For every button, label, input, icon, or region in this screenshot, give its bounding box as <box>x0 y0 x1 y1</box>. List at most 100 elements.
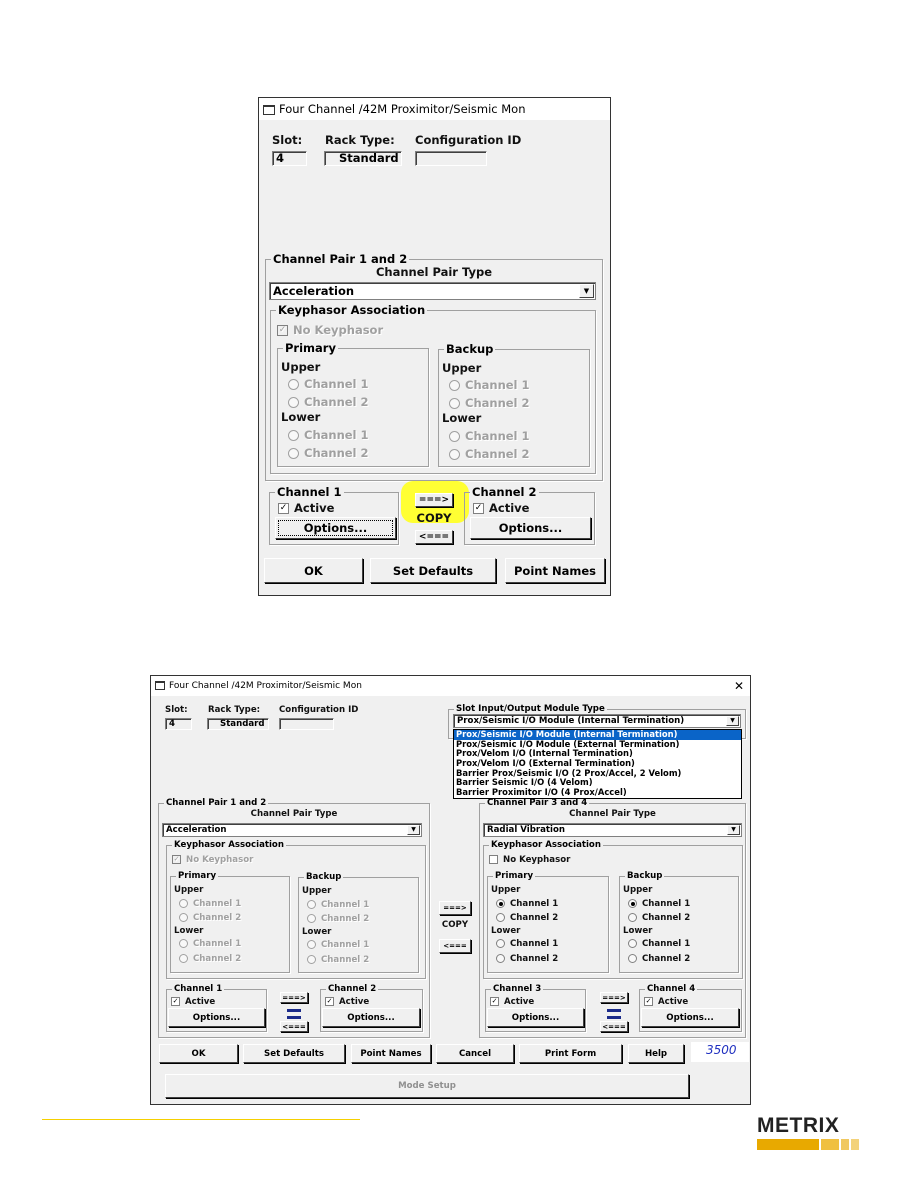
dialog-top: Four Channel /42M Proximitor/Seismic Mon… <box>258 97 611 596</box>
primary-lower-channel1-radio[interactable]: Channel 1 <box>288 428 369 442</box>
backup-group: Backup Upper Channel 1 Channel 2 Lower C… <box>619 870 739 973</box>
primary-upper-channel2-radio[interactable]: Channel 2 <box>288 395 369 409</box>
io-module-select[interactable]: Prox/Seismic I/O Module (Internal Termin… <box>453 714 741 728</box>
primary-lower-channel2-radio[interactable]: Channel 2 <box>496 954 558 964</box>
point-names-button[interactable]: Point Names <box>351 1044 431 1063</box>
window-title: Four Channel /42M Proximitor/Seismic Mon <box>279 102 526 116</box>
copy-right-button[interactable]: ===> <box>600 992 628 1003</box>
no-keyphasor-checkbox[interactable]: ✓ No Keyphasor <box>277 323 383 337</box>
channel-1-options-button[interactable]: Options... <box>168 1008 265 1027</box>
group-legend: Keyphasor Association <box>276 302 428 317</box>
no-keyphasor-checkbox[interactable]: ✓ No Keyphasor <box>172 855 253 865</box>
io-module-dropdown-list[interactable]: Prox/Seismic I/O Module (Internal Termin… <box>453 729 742 799</box>
cancel-button[interactable]: Cancel <box>436 1044 514 1063</box>
copy-right-button[interactable]: ===> <box>415 493 453 507</box>
copy-label: COPY <box>416 511 452 525</box>
backup-upper-channel2-radio[interactable]: Channel 2 <box>307 914 369 924</box>
select-value: Acceleration <box>166 825 227 835</box>
channel-3-options-button[interactable]: Options... <box>487 1008 584 1027</box>
backup-lower-channel2-radio[interactable]: Channel 2 <box>307 955 369 965</box>
copy-left-button[interactable]: <=== <box>415 530 453 544</box>
backup-upper-channel1-radio[interactable]: Channel 1 <box>449 378 530 392</box>
channel-1-group: Channel 1 ✓ Active Options... <box>269 484 399 545</box>
upper-label: Upper <box>623 885 653 895</box>
chevron-down-icon[interactable]: ▼ <box>579 284 594 298</box>
copy-label: COPY <box>441 920 469 930</box>
channel-4-active-checkbox[interactable]: ✓ Active <box>644 997 688 1007</box>
backup-lower-channel2-radio[interactable]: Channel 2 <box>628 954 690 964</box>
backup-upper-channel2-radio[interactable]: Channel 2 <box>449 396 530 410</box>
set-defaults-button[interactable]: Set Defaults <box>243 1044 345 1063</box>
title-bar: Four Channel /42M Proximitor/Seismic Mon… <box>151 676 750 696</box>
close-icon[interactable]: ✕ <box>734 676 744 696</box>
channel-1-active-checkbox[interactable]: ✓ Active <box>171 997 215 1007</box>
channel-pair-1-2-group: Channel Pair 1 and 2 Channel Pair Type A… <box>265 251 603 481</box>
channel-pair-type-select[interactable]: Acceleration ▼ <box>269 282 596 300</box>
checkbox-icon: ✓ <box>277 325 288 336</box>
upper-label: Upper <box>442 361 482 375</box>
channel-3-active-checkbox[interactable]: ✓ Active <box>490 997 534 1007</box>
ok-button[interactable]: OK <box>264 558 363 583</box>
help-button[interactable]: Help <box>628 1044 684 1063</box>
group-legend: Keyphasor Association <box>489 839 603 850</box>
primary-lower-channel2-radio[interactable]: Channel 2 <box>288 446 369 460</box>
config-id-label: Configuration ID <box>279 705 359 715</box>
no-keyphasor-checkbox[interactable]: No Keyphasor <box>489 855 570 865</box>
channel-2-options-button[interactable]: Options... <box>470 517 591 539</box>
dialog-bottom: Four Channel /42M Proximitor/Seismic Mon… <box>150 675 751 1105</box>
channel-pair-type-select[interactable]: Acceleration ▼ <box>162 823 422 837</box>
channel-4-options-button[interactable]: Options... <box>641 1008 739 1027</box>
equals-icon <box>287 1009 301 1019</box>
primary-lower-channel1-radio[interactable]: Channel 1 <box>496 939 558 949</box>
chevron-down-icon[interactable]: ▼ <box>407 825 420 835</box>
backup-lower-channel1-radio[interactable]: Channel 1 <box>628 939 690 949</box>
copy-left-button[interactable]: <=== <box>280 1021 308 1032</box>
group-legend: Channel 4 <box>645 983 698 994</box>
chevron-down-icon[interactable]: ▼ <box>727 825 740 835</box>
version-label: 3500 <box>706 1043 737 1057</box>
metrix-logo: METRIX <box>757 1115 859 1152</box>
dropdown-option[interactable]: Barrier Proximitor I/O (4 Prox/Accel) <box>454 787 741 798</box>
ok-button[interactable]: OK <box>159 1044 238 1063</box>
keyphasor-group: Keyphasor Association ✓ No Keyphasor Prim… <box>166 839 426 979</box>
print-form-button[interactable]: Print Form <box>519 1044 622 1063</box>
set-defaults-button[interactable]: Set Defaults <box>370 558 496 583</box>
primary-upper-channel2-radio[interactable]: Channel 2 <box>179 913 241 923</box>
channel-2-active-checkbox[interactable]: ✓ Active <box>473 501 529 515</box>
primary-upper-channel1-radio[interactable]: Channel 1 <box>179 899 241 909</box>
group-legend: Primary <box>176 870 219 881</box>
title-bar: Four Channel /42M Proximitor/Seismic Mon <box>259 98 610 120</box>
primary-lower-channel1-radio[interactable]: Channel 1 <box>179 939 241 949</box>
channel-2-group: Channel 2 ✓ Active Options... <box>320 983 423 1032</box>
mode-setup-button[interactable]: Mode Setup <box>165 1074 689 1098</box>
lower-label: Lower <box>442 411 482 425</box>
channel-pair-type-select[interactable]: Radial Vibration ▼ <box>483 823 742 837</box>
primary-upper-channel1-radio[interactable]: Channel 1 <box>496 899 558 909</box>
channel-1-group: Channel 1 ✓ Active Options... <box>166 983 267 1032</box>
backup-lower-channel2-radio[interactable]: Channel 2 <box>449 447 530 461</box>
chevron-down-icon[interactable]: ▼ <box>726 716 739 726</box>
slot-field: 4 <box>272 151 307 166</box>
copy-right-button[interactable]: ===> <box>280 992 308 1003</box>
channel-2-active-checkbox[interactable]: ✓ Active <box>325 997 369 1007</box>
channel-1-options-button[interactable]: Options... <box>275 517 396 539</box>
channel-pair-type-label: Channel Pair Type <box>375 265 492 279</box>
backup-upper-channel2-radio[interactable]: Channel 2 <box>628 913 690 923</box>
primary-lower-channel2-radio[interactable]: Channel 2 <box>179 954 241 964</box>
window-icon <box>155 681 165 690</box>
backup-group: Backup Upper Channel 1 Channel 2 Lower C… <box>298 871 419 973</box>
pair-copy-right-button[interactable]: ===> <box>439 901 471 915</box>
primary-upper-channel2-radio[interactable]: Channel 2 <box>496 913 558 923</box>
channel-2-options-button[interactable]: Options... <box>322 1008 420 1027</box>
config-id-field <box>279 718 334 730</box>
pair-copy-left-button[interactable]: <=== <box>439 939 471 953</box>
point-names-button[interactable]: Point Names <box>505 558 605 583</box>
backup-upper-channel1-radio[interactable]: Channel 1 <box>628 899 690 909</box>
channel-1-active-checkbox[interactable]: ✓ Active <box>278 501 334 515</box>
backup-lower-channel1-radio[interactable]: Channel 1 <box>307 940 369 950</box>
primary-upper-channel1-radio[interactable]: Channel 1 <box>288 377 369 391</box>
backup-lower-channel1-radio[interactable]: Channel 1 <box>449 429 530 443</box>
backup-upper-channel1-radio[interactable]: Channel 1 <box>307 900 369 910</box>
copy-left-button[interactable]: <=== <box>600 1021 628 1032</box>
group-legend: Channel 1 <box>172 983 225 994</box>
